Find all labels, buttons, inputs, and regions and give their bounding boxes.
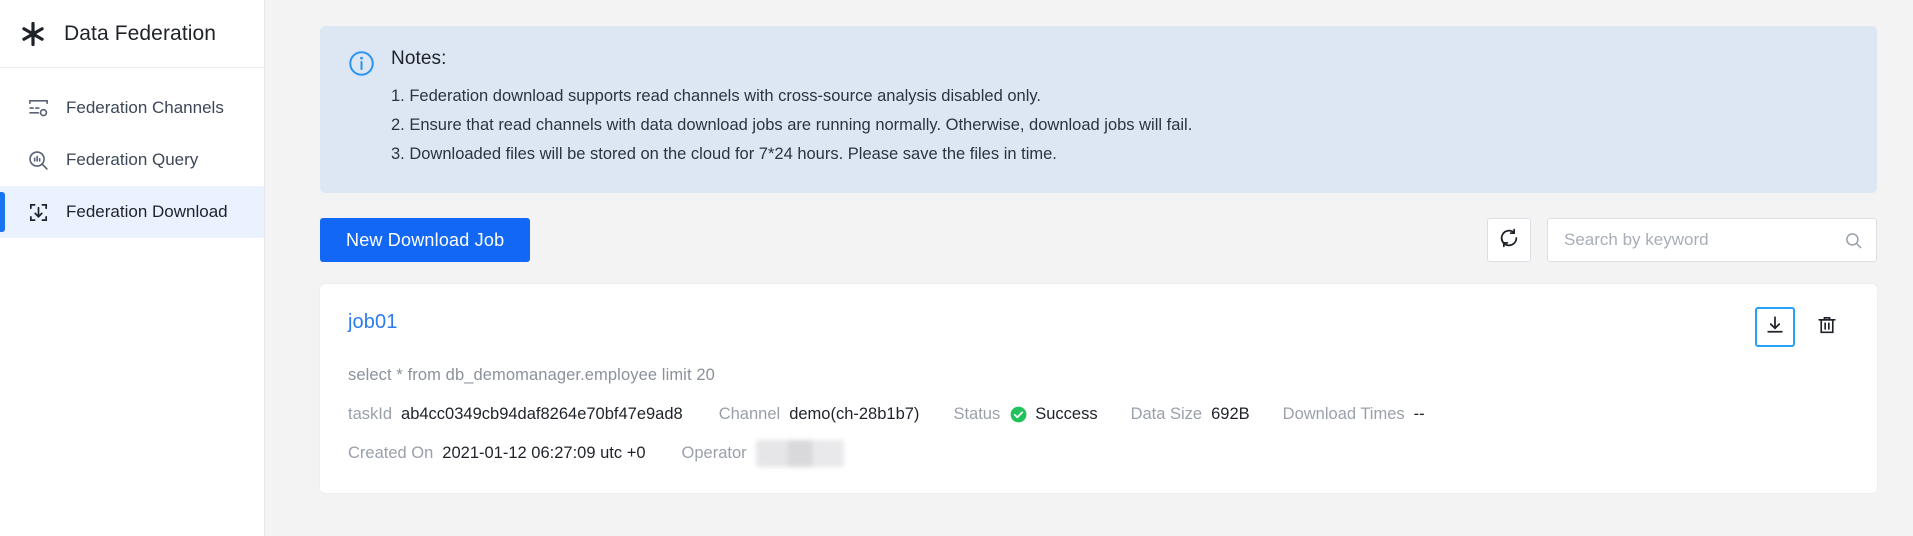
- delete-job-button[interactable]: [1807, 307, 1847, 347]
- status-label: Status: [953, 405, 1001, 423]
- status-badge: Success: [1009, 405, 1098, 424]
- federation-query-icon: [26, 148, 50, 172]
- federation-download-icon: [26, 200, 50, 224]
- new-download-job-button[interactable]: New Download Job: [320, 218, 531, 262]
- sidebar-item-label: Federation Channels: [66, 98, 224, 117]
- main-content: Notes: 1. Federation download supports r…: [265, 0, 1913, 536]
- download-icon: [1764, 314, 1786, 341]
- download-times-value: --: [1413, 405, 1425, 423]
- search-input[interactable]: [1564, 230, 1836, 250]
- asterisk-icon: [18, 19, 48, 49]
- job-actions: [1755, 307, 1847, 347]
- refresh-button[interactable]: [1487, 218, 1531, 262]
- channel-field: Channel demo(ch-28b1b7): [719, 405, 920, 424]
- download-times-field: Download Times --: [1283, 405, 1425, 424]
- data-size-label: Data Size: [1130, 405, 1203, 423]
- federation-channels-icon: [26, 96, 50, 120]
- data-size-value: 692B: [1211, 405, 1250, 423]
- check-circle-icon: [1009, 405, 1028, 424]
- job-meta-row-2: Created On 2021-01-12 06:27:09 utc +0 Op…: [348, 440, 1847, 467]
- sidebar-item-label: Federation Query: [66, 150, 199, 169]
- search-icon[interactable]: [1844, 231, 1863, 250]
- sidebar-item-federation-query[interactable]: Federation Query: [0, 134, 264, 186]
- created-on-field: Created On 2021-01-12 06:27:09 utc +0: [348, 444, 646, 463]
- trash-icon: [1816, 314, 1838, 341]
- notes-title: Notes:: [391, 48, 447, 69]
- task-id-value: ab4cc0349cb94daf8264e70bf47e9ad8: [401, 405, 683, 423]
- notes-line-1: 1. Federation download supports read cha…: [391, 87, 1041, 105]
- data-size-field: Data Size 692B: [1131, 405, 1250, 424]
- job-name-link[interactable]: job01: [348, 311, 397, 334]
- app-root: Data Federation Federation Channels Fede…: [0, 0, 1913, 536]
- notes-line-3: 3. Downloaded files will be stored on th…: [391, 145, 1057, 163]
- notes-panel: Notes: 1. Federation download supports r…: [320, 26, 1877, 193]
- task-id-label: taskId: [348, 405, 393, 423]
- status-field: Status Success: [953, 405, 1097, 424]
- sidebar-item-label: Federation Download: [66, 202, 228, 221]
- notes-body: Notes: 1. Federation download supports r…: [391, 48, 1847, 169]
- sidebar-item-federation-channels[interactable]: Federation Channels: [0, 82, 264, 134]
- search-box[interactable]: [1547, 218, 1877, 262]
- page-title: Data Federation: [64, 21, 217, 45]
- toolbar-right: [1487, 218, 1877, 262]
- channel-value: demo(ch-28b1b7): [789, 405, 920, 423]
- download-job-button[interactable]: [1755, 307, 1795, 347]
- notes-line-2: 2. Ensure that read channels with data d…: [391, 116, 1193, 134]
- job-meta-row-1: taskId ab4cc0349cb94daf8264e70bf47e9ad8 …: [348, 405, 1847, 424]
- sidebar-item-federation-download[interactable]: Federation Download: [0, 186, 264, 238]
- job-card: job01 select * from db_demomanager.emplo…: [320, 284, 1877, 493]
- info-circle-icon: [348, 50, 375, 82]
- operator-field: Operator: [682, 440, 844, 467]
- toolbar: New Download Job: [320, 218, 1877, 262]
- operator-redacted-block: [755, 440, 844, 467]
- operator-value: [755, 440, 844, 467]
- created-on-label: Created On: [348, 444, 434, 462]
- job-sql-text: select * from db_demomanager.employee li…: [348, 366, 715, 384]
- created-on-value: 2021-01-12 06:27:09 utc +0: [442, 444, 646, 462]
- operator-label: Operator: [681, 444, 747, 462]
- sidebar: Data Federation Federation Channels Fede…: [0, 0, 265, 536]
- task-id-field: taskId ab4cc0349cb94daf8264e70bf47e9ad8: [348, 405, 683, 424]
- sidebar-nav: Federation Channels Federation Query Fed…: [0, 68, 264, 238]
- status-value: Success: [1035, 405, 1098, 423]
- download-times-label: Download Times: [1282, 405, 1405, 423]
- channel-label: Channel: [718, 405, 781, 423]
- sidebar-header: Data Federation: [0, 0, 264, 68]
- refresh-icon: [1498, 227, 1520, 254]
- job-card-header: job01: [348, 307, 1847, 347]
